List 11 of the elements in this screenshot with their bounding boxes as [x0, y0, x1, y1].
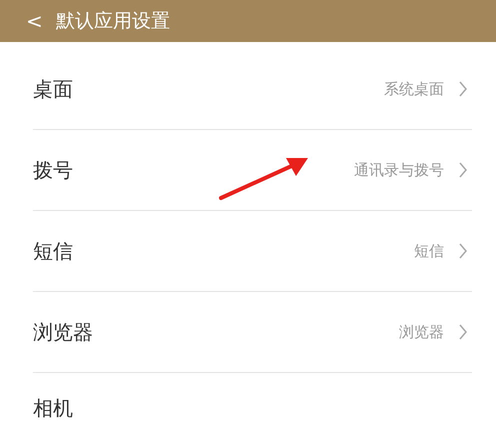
setting-value: 系统桌面	[384, 80, 444, 98]
page-title: 默认应用设置	[56, 9, 170, 34]
setting-label: 短信	[33, 238, 73, 264]
setting-value: 通讯录与拨号	[354, 160, 444, 180]
setting-value: 短信	[414, 242, 444, 260]
setting-label: 拨号	[33, 156, 73, 184]
setting-label: 相机	[33, 395, 73, 422]
setting-value: 浏览器	[399, 322, 444, 342]
setting-label: 浏览器	[33, 318, 93, 346]
setting-label: 桌面	[33, 76, 73, 102]
back-button[interactable]: <	[26, 11, 40, 31]
